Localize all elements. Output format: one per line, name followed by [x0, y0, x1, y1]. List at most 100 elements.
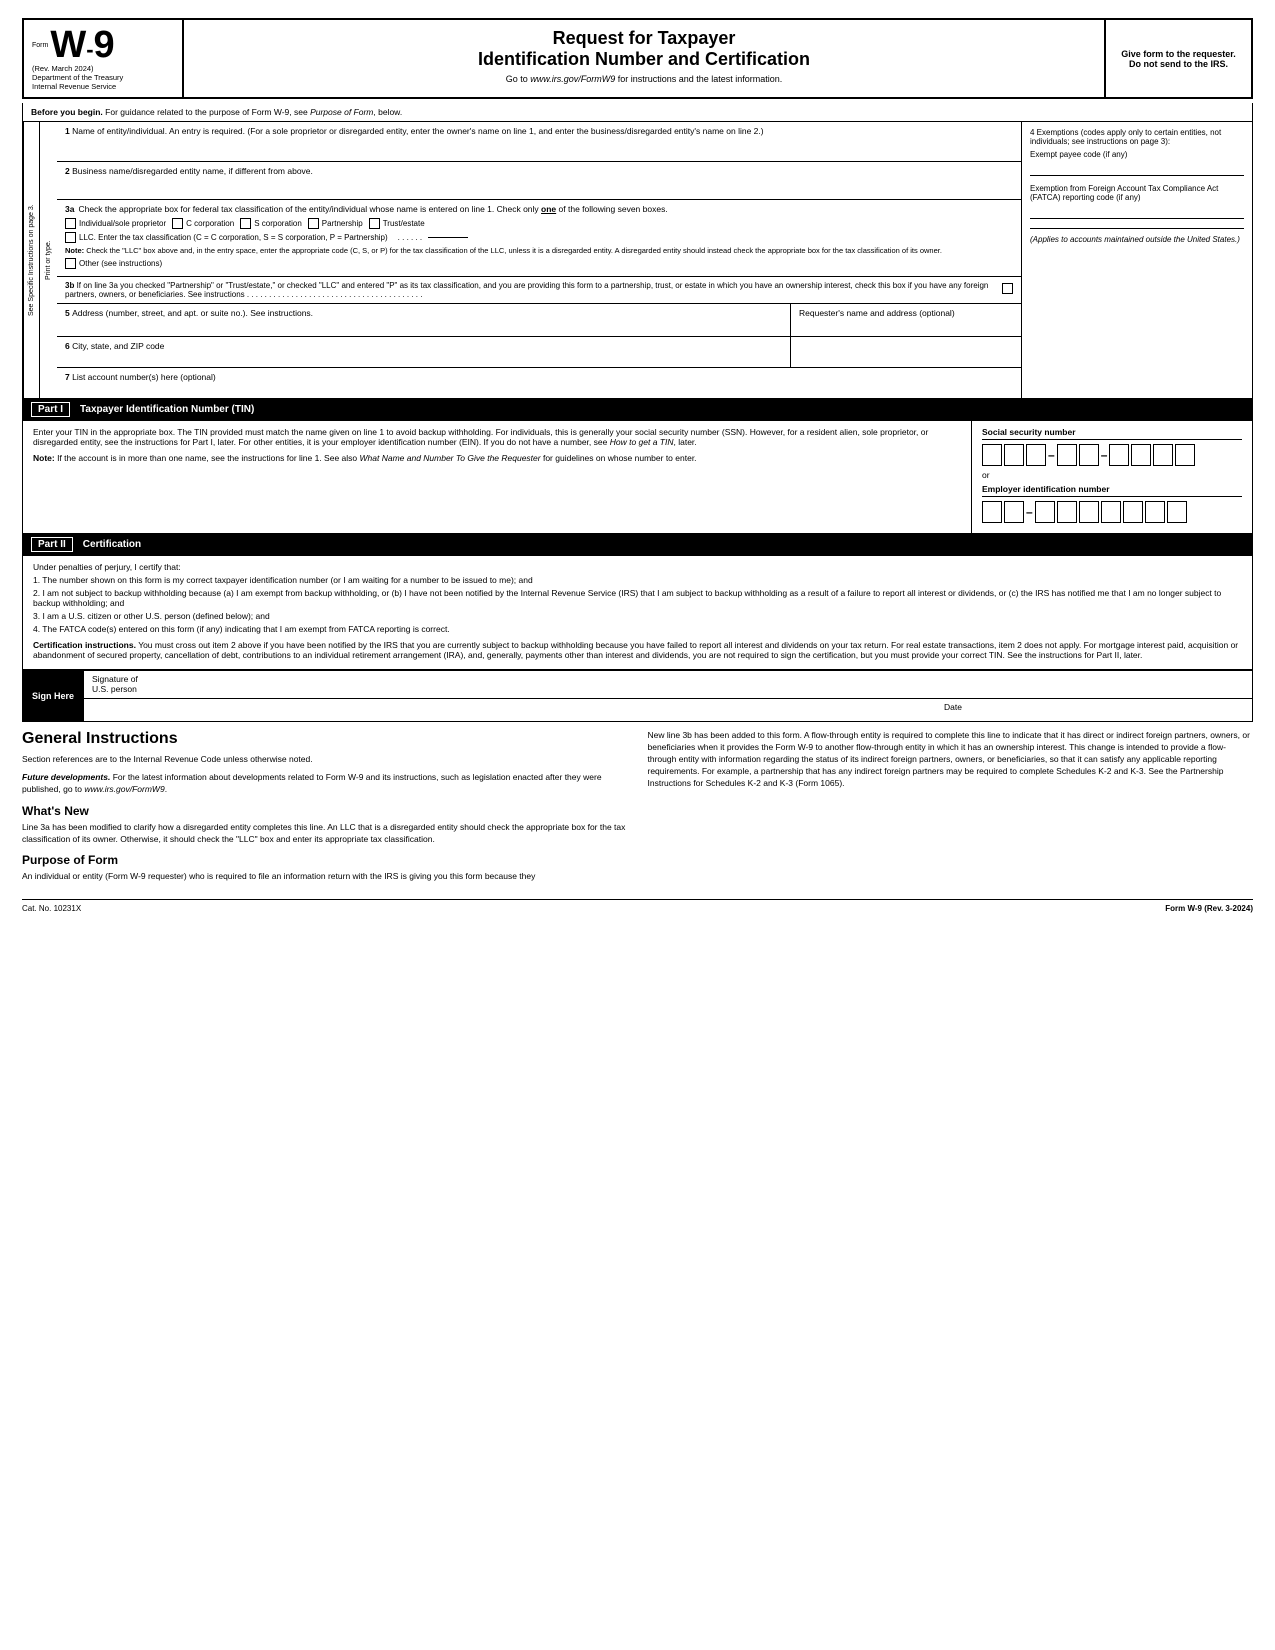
- print-type-label: Print or type.: [45, 240, 52, 280]
- or-label: or: [982, 470, 1242, 480]
- form-ref: Form W-9 (Rev. 3-2024): [1165, 904, 1253, 913]
- ssn-box-4[interactable]: [1057, 444, 1077, 466]
- ssn-box-2[interactable]: [1004, 444, 1024, 466]
- checkbox-partnership[interactable]: Partnership: [308, 218, 363, 229]
- inst-right-col: New line 3b has been added to this form.…: [648, 730, 1254, 889]
- ssn-box-7[interactable]: [1131, 444, 1151, 466]
- checkbox-individual-box[interactable]: [65, 218, 76, 229]
- w9-form: Form W-9 (Rev. March 2024) Department of…: [22, 18, 1253, 913]
- field-1-input[interactable]: [65, 136, 1013, 150]
- field-3b-text: 3b If on line 3a you checked "Partnershi…: [65, 281, 996, 299]
- exemption-section: 4 Exemptions (codes apply only to certai…: [1030, 128, 1244, 229]
- checkbox-individual-label: Individual/sole proprietor: [79, 219, 166, 228]
- ein-box-5[interactable]: [1079, 501, 1099, 523]
- checkbox-c-corp[interactable]: C corporation: [172, 218, 234, 229]
- field-3b-checkbox[interactable]: [1002, 283, 1013, 294]
- part1-label: Part I: [31, 402, 70, 417]
- field-1-text: Name of entity/individual. An entry is r…: [72, 126, 764, 136]
- requester-address-label: Requester's name and address (optional): [799, 308, 955, 318]
- field-6-text: City, state, and ZIP code: [72, 341, 164, 351]
- checkbox-partnership-label: Partnership: [322, 219, 363, 228]
- ssn-box-3[interactable]: [1026, 444, 1046, 466]
- requester-address-input[interactable]: [799, 318, 1013, 332]
- checkbox-c-corp-label: C corporation: [186, 219, 234, 228]
- give-form-text: Give form to the requester. Do not send …: [1114, 49, 1243, 69]
- field-5-left: 5 Address (number, street, and apt. or s…: [57, 304, 791, 336]
- field-5-text: Address (number, street, and apt. or sui…: [72, 308, 313, 318]
- part2-title: Certification: [83, 539, 141, 550]
- field-2-row: 2 Business name/disregarded entity name,…: [57, 162, 1021, 200]
- checkbox-trust-box[interactable]: [369, 218, 380, 229]
- signature-field[interactable]: Signature of U.S. person: [84, 671, 1252, 699]
- part2-label: Part II: [31, 537, 73, 552]
- header-center: Request for Taxpayer Identification Numb…: [184, 20, 1106, 97]
- part1-header: Part I Taxpayer Identification Number (T…: [22, 399, 1253, 421]
- checkbox-llc-box[interactable]: [65, 232, 76, 243]
- exempt-payee-field[interactable]: [1030, 162, 1244, 176]
- checkbox-c-corp-box[interactable]: [172, 218, 183, 229]
- applies-note: (Applies to accounts maintained outside …: [1030, 235, 1244, 244]
- checkbox-s-corp[interactable]: S corporation: [240, 218, 302, 229]
- date-field[interactable]: Date: [944, 702, 1244, 718]
- ein-box-3[interactable]: [1035, 501, 1055, 523]
- ssn-box-8[interactable]: [1153, 444, 1173, 466]
- gen-inst-heading: General Instructions: [22, 730, 628, 748]
- future-dev: Future developments. For the latest info…: [22, 772, 628, 796]
- field-6-row: 6 City, state, and ZIP code: [57, 337, 1021, 368]
- page-footer: Cat. No. 10231X Form W-9 (Rev. 3-2024): [22, 899, 1253, 913]
- sig-of-label: Signature of: [92, 674, 138, 684]
- us-person-label: U.S. person: [92, 684, 137, 694]
- field-2-input[interactable]: [65, 176, 1013, 190]
- checkbox-other[interactable]: Other (see instructions): [65, 258, 162, 269]
- ein-box-4[interactable]: [1057, 501, 1077, 523]
- header-left: Form W-9 (Rev. March 2024) Department of…: [24, 20, 184, 97]
- sidebar: See Specific Instructions on page 3.: [23, 122, 39, 398]
- header-right: Give form to the requester. Do not send …: [1106, 20, 1251, 97]
- checkbox-trust[interactable]: Trust/estate: [369, 218, 425, 229]
- field-5-input[interactable]: [65, 318, 782, 332]
- ssn-box-5[interactable]: [1079, 444, 1099, 466]
- checkbox-trust-label: Trust/estate: [383, 219, 425, 228]
- new-line-3b-para: New line 3b has been added to this form.…: [648, 730, 1254, 789]
- checkbox-llc[interactable]: LLC. Enter the tax classification (C = C…: [65, 232, 388, 243]
- applies-text: (Applies to accounts maintained outside …: [1030, 235, 1244, 244]
- general-instructions: General Instructions Section references …: [22, 730, 1253, 889]
- checkbox-partnership-box[interactable]: [308, 218, 319, 229]
- form-title1: Request for Taxpayer: [194, 28, 1094, 49]
- exempt-payee-label: Exempt payee code (if any): [1030, 150, 1244, 159]
- ssn-box-6[interactable]: [1109, 444, 1129, 466]
- llc-code-field[interactable]: [428, 237, 468, 238]
- cert-item-2: 2. I am not subject to backup withholdin…: [33, 588, 1242, 608]
- ein-box-1[interactable]: [982, 501, 1002, 523]
- ein-sep: –: [1026, 505, 1033, 519]
- tin-right: Social security number – – or Employer i…: [972, 421, 1252, 533]
- whats-new-heading: What's New: [22, 804, 628, 818]
- field-5-right: Requester's name and address (optional): [791, 304, 1021, 336]
- part2-section: Under penalties of perjury, I certify th…: [22, 556, 1253, 670]
- cert-inst-text: You must cross out item 2 above if you h…: [33, 640, 1238, 660]
- field-3a-row: 3a Check the appropriate box for federal…: [57, 200, 1021, 277]
- ssn-sep-1: –: [1048, 448, 1055, 462]
- ssn-label: Social security number: [982, 427, 1242, 440]
- irs-label: Internal Revenue Service: [32, 82, 174, 91]
- ssn-box-1[interactable]: [982, 444, 1002, 466]
- ein-box-9[interactable]: [1167, 501, 1187, 523]
- field-6-input[interactable]: [65, 351, 782, 363]
- cert-instructions: Certification instructions. You must cro…: [33, 640, 1242, 660]
- checkbox-individual[interactable]: Individual/sole proprietor: [65, 218, 166, 229]
- sign-fields: Signature of U.S. person Date: [83, 671, 1252, 721]
- ein-box-6[interactable]: [1101, 501, 1121, 523]
- checkbox-s-corp-box[interactable]: [240, 218, 251, 229]
- checkbox-row-1: Individual/sole proprietor C corporation…: [65, 218, 1013, 229]
- tin-note: Note: If the account is in more than one…: [33, 453, 961, 463]
- field-7-input[interactable]: [65, 382, 1013, 394]
- ein-box-7[interactable]: [1123, 501, 1143, 523]
- field-5-row: 5 Address (number, street, and apt. or s…: [57, 304, 1021, 337]
- ssn-box-9[interactable]: [1175, 444, 1195, 466]
- ein-box-2[interactable]: [1004, 501, 1024, 523]
- ssn-sep-2: –: [1101, 448, 1108, 462]
- ein-box-8[interactable]: [1145, 501, 1165, 523]
- checkbox-other-box[interactable]: [65, 258, 76, 269]
- sign-bottom-spacer: [92, 702, 944, 718]
- fatca-code-field[interactable]: [1030, 205, 1244, 219]
